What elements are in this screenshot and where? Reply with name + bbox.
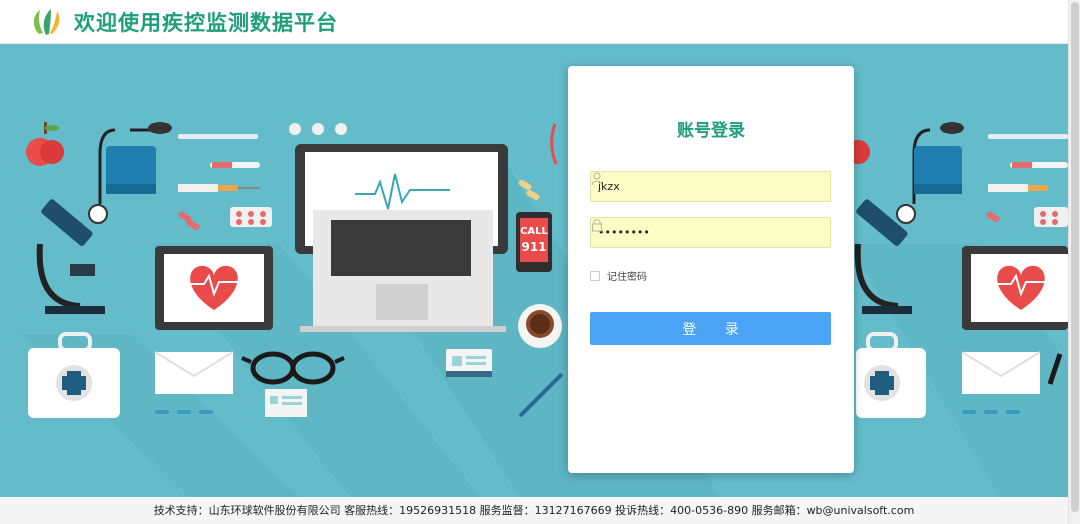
tablet-heart-icon-right xyxy=(962,246,1068,330)
phone-911-icon: CALL 911 xyxy=(516,212,552,272)
call-text: CALL xyxy=(520,226,548,237)
apple-icon xyxy=(26,122,64,166)
stethoscope-icon xyxy=(550,123,558,165)
tablet-heart-icon xyxy=(155,246,273,330)
hero-banner: CALL 911 账号登录 jkzx 记住密码 登 录 xyxy=(0,44,1068,497)
id-badge-icon xyxy=(446,349,492,377)
remember-password[interactable]: 记住密码 xyxy=(590,268,647,283)
username-field[interactable] xyxy=(590,171,831,202)
login-page: 欢迎使用疾控监测数据平台 CALL 911 账号登录 jkzx 记住密码 登 录… xyxy=(0,0,1080,524)
remember-label: 记住密码 xyxy=(607,272,647,283)
syringe-icon-right xyxy=(986,134,1068,227)
scrollbar-thumb[interactable] xyxy=(1071,2,1079,512)
user-icon xyxy=(591,172,603,186)
prescription-card-icon xyxy=(265,389,307,417)
laptop-icon xyxy=(295,144,508,332)
login-card: 账号登录 记住密码 登 录 xyxy=(568,66,854,473)
syringe-icon xyxy=(178,134,260,192)
lock-icon xyxy=(592,219,602,232)
vertical-scrollbar[interactable] xyxy=(1068,0,1080,524)
header-bar: 欢迎使用疾控监测数据平台 xyxy=(0,0,1068,44)
medical-illustration: CALL 911 xyxy=(20,122,1068,497)
password-input[interactable] xyxy=(598,226,798,239)
footer-info: 技术支持：山东环球软件股份有限公司 客服热线：19526931518 服务监督：… xyxy=(0,497,1068,524)
login-title: 账号登录 xyxy=(677,121,745,141)
coffee-cup-icon xyxy=(518,304,562,348)
login-button[interactable]: 登 录 xyxy=(590,312,831,345)
site-title: 欢迎使用疾控监测数据平台 xyxy=(74,10,338,35)
blood-pressure-icon-right xyxy=(896,122,964,224)
leaf-logo-icon xyxy=(33,8,60,35)
username-input[interactable] xyxy=(598,180,798,193)
remember-checkbox[interactable] xyxy=(590,270,600,281)
911-text: 911 xyxy=(521,240,546,254)
password-field[interactable] xyxy=(590,217,831,248)
blood-pressure-icon xyxy=(88,122,172,224)
